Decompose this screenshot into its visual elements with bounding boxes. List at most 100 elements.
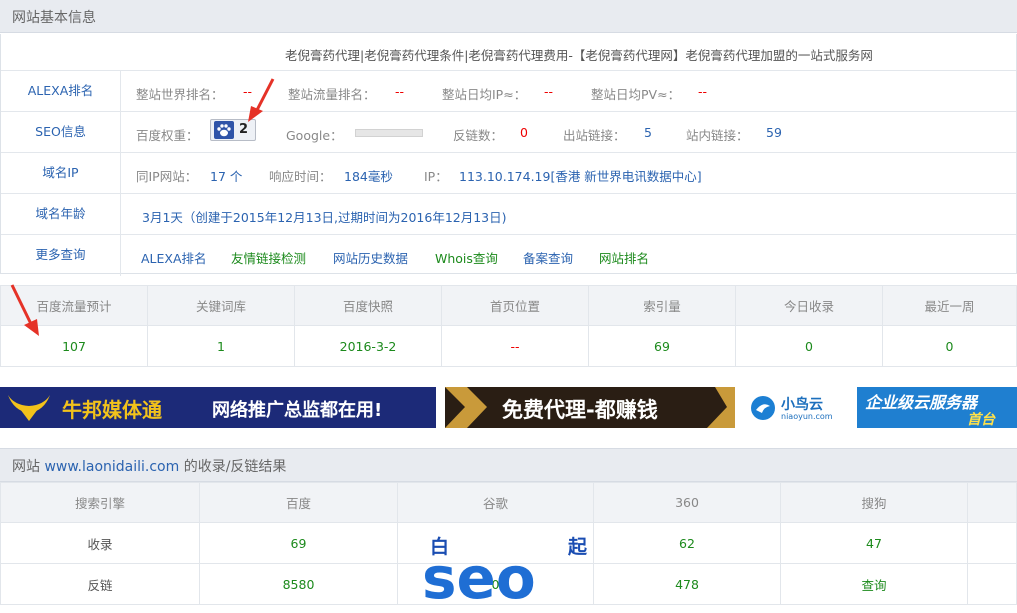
link-site-rank[interactable]: 网站排名: [599, 248, 649, 267]
stats-header: 最近一周: [882, 285, 1017, 326]
results-sogou-value[interactable]: 47: [780, 522, 968, 564]
bull-logo-icon: [8, 395, 50, 421]
ad-banner-niubang[interactable]: 牛邦媒体通 网络推广总监都在用!: [0, 387, 436, 428]
alexa-row: ALEXA排名 整站世界排名： -- 整站流量排名： -- 整站日均IP≈： -…: [1, 71, 1016, 112]
same-ip-value[interactable]: 17 个: [210, 166, 242, 185]
results-spacer-cell: [967, 563, 1017, 605]
stats-values-row: 107 1 2016-3-2 -- 69 0 0: [0, 325, 1017, 367]
results-row-label: 收录: [0, 522, 200, 564]
daily-ip-value: --: [544, 84, 554, 99]
basic-info-title: 网站基本信息: [12, 10, 96, 26]
domain-age-row-label: 域名年龄: [1, 194, 121, 234]
outbound-links-value[interactable]: 5: [644, 125, 652, 140]
domain-ip-row-label[interactable]: 域名IP: [1, 153, 121, 193]
google-pagerank-bar: [355, 129, 423, 137]
baidu-weight-value: 2: [238, 122, 248, 137]
link-icp-record[interactable]: 备案查询: [523, 248, 573, 267]
backlinks-label: 反链数：: [453, 128, 504, 143]
results-header: 搜狗: [780, 482, 968, 523]
stats-header: 今日收录: [735, 285, 883, 326]
stats-header: 百度快照: [294, 285, 442, 326]
results-360-value[interactable]: 62: [593, 522, 781, 564]
stats-value[interactable]: 1: [147, 325, 295, 367]
daily-pv-label: 整站日均PV≈：: [591, 87, 681, 102]
results-header: 谷歌: [397, 482, 594, 523]
results-title: 网站 www.laonidaili.com 的收录/反链结果: [12, 456, 286, 476]
niubang-slogan: 网络推广总监都在用!: [212, 400, 383, 421]
daily-ip-label: 整站日均IP≈：: [442, 87, 527, 102]
ip-label: IP：: [424, 169, 448, 184]
seo-row-label: SEO信息: [1, 112, 121, 152]
response-time-value: 184毫秒: [344, 169, 393, 184]
results-title-prefix: 网站: [12, 459, 45, 475]
niaoyun-slogan: 企业级云服务器: [865, 393, 978, 412]
watermark-char-left: 白: [430, 536, 450, 558]
domain-ip-row: 域名IP 同IP网站： 17 个 响应时间： 184毫秒 IP： 113.10.…: [1, 153, 1016, 194]
backlinks-value: 0: [520, 125, 528, 140]
more-queries-row: 更多查询 ALEXA排名 友情链接检测 网站历史数据 Whois查询 备案查询 …: [1, 235, 1016, 276]
results-domain-link[interactable]: www.laonidaili.com: [44, 459, 179, 475]
stats-header: 首页位置: [441, 285, 589, 326]
results-baidu-value[interactable]: 8580: [199, 563, 398, 605]
basic-info-header: 网站基本信息: [0, 0, 1017, 33]
google-label: Google：: [286, 128, 343, 143]
niaoyun-logo-area: 小鸟云 niaoyun.com: [745, 387, 857, 428]
stats-value[interactable]: 2016-3-2: [294, 325, 442, 367]
ip-value[interactable]: 113.10.174.19[香港 新世界电讯数据中心]: [459, 166, 702, 185]
domain-age-row: 域名年龄 3月1天（创建于2015年12月13日,过期时间为2016年12月13…: [1, 194, 1016, 235]
niaoyun-logo-icon: [751, 396, 775, 420]
niaoyun-brand: 小鸟云: [781, 397, 823, 413]
results-header: 360: [593, 482, 781, 523]
stats-value[interactable]: 69: [588, 325, 736, 367]
site-title: 老倪膏药代理|老倪膏药代理条件|老倪膏药代理费用-【老倪膏药代理网】老倪膏药代理…: [285, 48, 873, 63]
domain-age-value: 3月1天（创建于2015年12月13日,过期时间为2016年12月13日): [142, 210, 507, 225]
results-title-suffix: 的收录/反链结果: [179, 459, 287, 475]
ad-banner-niaoyun[interactable]: 小鸟云 niaoyun.com 企业级云服务器 首台: [745, 387, 1017, 428]
niaoyun-domain: niaoyun.com: [781, 412, 833, 421]
stats-value: 0: [882, 325, 1017, 367]
internal-links-label: 站内链接：: [686, 128, 749, 143]
baidu-paw-icon: [214, 121, 234, 139]
annotation-arrow-icon: [248, 78, 275, 122]
seo-row: SEO信息 百度权重： 2 Google： 反链数： 0 出站链接： 5 站内链…: [1, 112, 1016, 153]
stats-table: 百度流量预计 关键词库 百度快照 首页位置 索引量 今日收录 最近一周 107 …: [0, 285, 1017, 367]
same-ip-label: 同IP网站：: [136, 169, 198, 184]
niubang-brand: 牛邦媒体通: [62, 398, 162, 422]
seo-watermark: seo 白 起: [418, 530, 603, 613]
results-spacer-cell: [967, 522, 1017, 564]
link-alexa-rank[interactable]: ALEXA排名: [141, 248, 207, 267]
stats-header: 索引量: [588, 285, 736, 326]
link-site-history[interactable]: 网站历史数据: [333, 248, 408, 267]
results-header-row: 搜索引擎 百度 谷歌 360 搜狗: [0, 482, 1017, 523]
stats-header-row: 百度流量预计 关键词库 百度快照 首页位置 索引量 今日收录 最近一周: [0, 285, 1017, 326]
more-queries-row-label: 更多查询: [1, 235, 121, 276]
watermark-char-right: 起: [568, 536, 588, 558]
results-header: 网站 www.laonidaili.com 的收录/反链结果: [0, 448, 1017, 482]
niaoyun-badge: 首台: [967, 412, 995, 428]
basic-info-panel: 老倪膏药代理|老倪膏药代理条件|老倪膏药代理费用-【老倪膏药代理网】老倪膏药代理…: [0, 34, 1017, 276]
free-agent-text: 免费代理-都赚钱: [502, 398, 658, 422]
link-whois[interactable]: Whois查询: [435, 248, 498, 267]
results-header-spacer: [967, 482, 1017, 523]
results-360-value[interactable]: 478: [593, 563, 781, 605]
stats-header: 关键词库: [147, 285, 295, 326]
results-header: 百度: [199, 482, 398, 523]
results-sogou-value[interactable]: 查询: [780, 563, 968, 605]
link-friend-links-check[interactable]: 友情链接检测: [231, 248, 306, 267]
traffic-rank-label: 整站流量排名：: [288, 87, 376, 102]
response-time-label: 响应时间：: [269, 169, 332, 184]
ad-banner-free-agent[interactable]: 免费代理-都赚钱: [445, 387, 735, 428]
results-header: 搜索引擎: [0, 482, 200, 523]
stats-value: --: [441, 325, 589, 367]
world-rank-label: 整站世界排名：: [136, 87, 224, 102]
results-row-label: 反链: [0, 563, 200, 605]
outbound-links-label: 出站链接：: [563, 128, 626, 143]
results-baidu-value[interactable]: 69: [199, 522, 398, 564]
alexa-row-label[interactable]: ALEXA排名: [1, 71, 121, 111]
baidu-weight-label: 百度权重：: [136, 128, 199, 143]
stats-value: 0: [735, 325, 883, 367]
daily-pv-value: --: [698, 84, 708, 99]
internal-links-value[interactable]: 59: [766, 125, 782, 140]
traffic-rank-value: --: [395, 84, 405, 99]
site-title-row: 老倪膏药代理|老倪膏药代理条件|老倪膏药代理费用-【老倪膏药代理网】老倪膏药代理…: [1, 34, 1016, 71]
